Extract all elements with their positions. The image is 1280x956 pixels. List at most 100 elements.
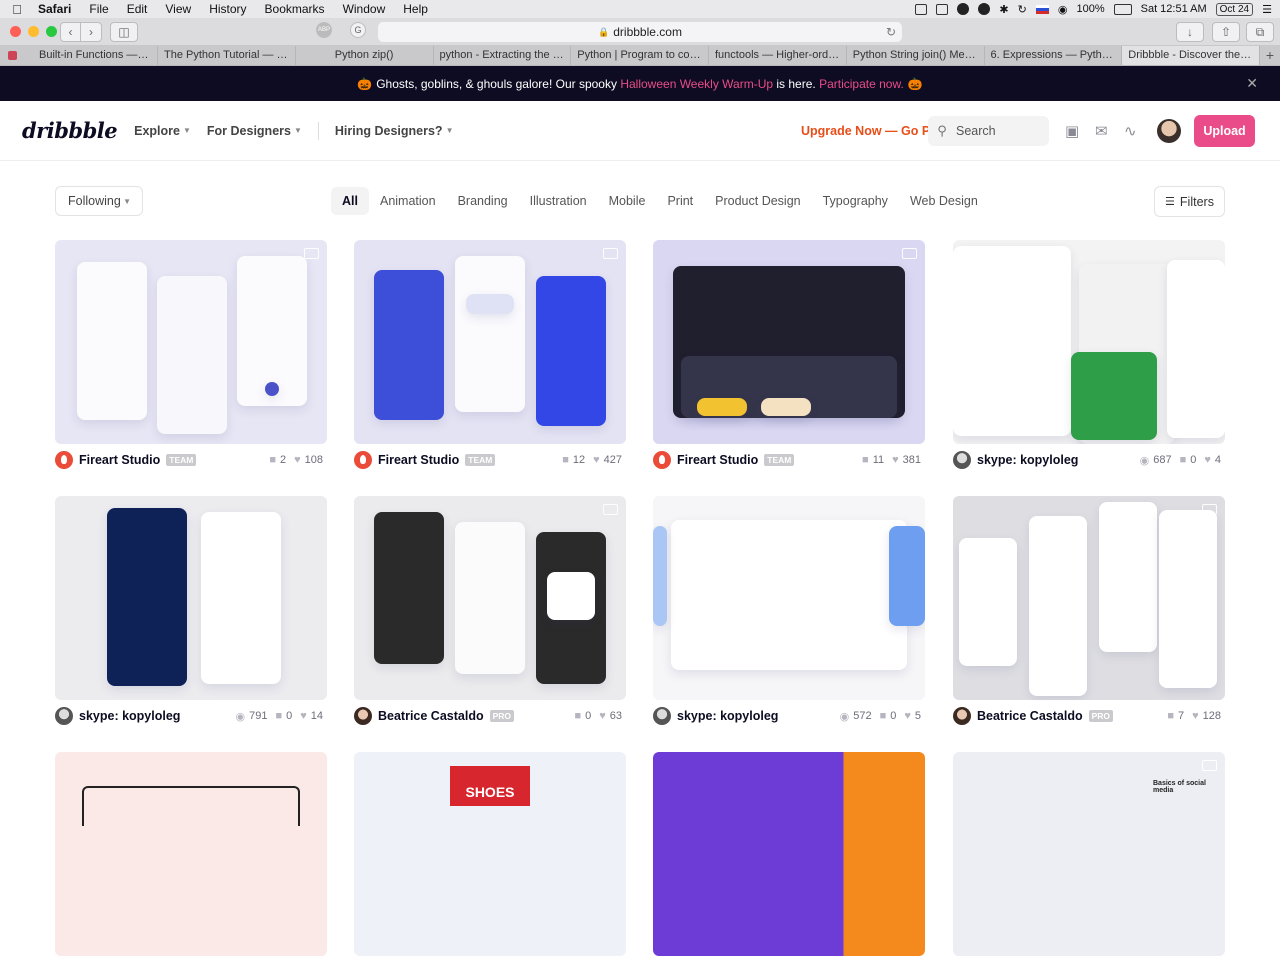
reload-icon[interactable]: ↻ <box>886 25 896 39</box>
menu-file[interactable]: File <box>80 2 117 16</box>
tab-extracting-value[interactable]: python - Extracting the a v... <box>434 46 572 65</box>
shot-card[interactable]: Fireart Studio TEAM ■ 11 ♥ 381 <box>653 240 925 475</box>
menu-view[interactable]: View <box>156 2 200 16</box>
author-avatar[interactable] <box>354 707 372 725</box>
shot-thumbnail[interactable] <box>55 752 327 956</box>
wifi-icon[interactable]: ◉ <box>1058 3 1068 16</box>
close-window-icon[interactable] <box>10 26 21 37</box>
input-language-flag-icon[interactable] <box>1035 4 1049 14</box>
filters-button[interactable]: ☰ Filters <box>1154 186 1225 217</box>
tab-python-tutorial[interactable]: The Python Tutorial — Pyth... <box>158 46 296 65</box>
shot-card[interactable]: Fireart Studio TEAM ■ 12 ♥ 427 <box>354 240 626 475</box>
tab-dribbble[interactable]: Dribbble - Discover the Wo... <box>1122 46 1260 65</box>
tab-functools[interactable]: functools — Higher-order f... <box>709 46 847 65</box>
address-bar[interactable]: 🔒 dribbble.com ↻ <box>378 22 902 42</box>
author-name[interactable]: skype: kopyloleg <box>79 709 180 723</box>
category-branding[interactable]: Branding <box>447 187 519 215</box>
shot-card[interactable]: skype: kopyloleg ◉ 572 ■ 0 ♥ 5 <box>653 496 925 731</box>
shot-thumbnail[interactable] <box>653 752 925 956</box>
shot-thumbnail[interactable] <box>354 240 626 444</box>
shot-card[interactable] <box>653 752 925 956</box>
author-avatar[interactable] <box>354 451 372 469</box>
shot-card[interactable]: Fireart Studio TEAM ■ 2 ♥ 108 <box>55 240 327 475</box>
shot-thumbnail[interactable] <box>953 496 1225 700</box>
shot-thumbnail[interactable]: SHOES <box>354 752 626 956</box>
forward-button[interactable]: › <box>81 21 102 42</box>
time-machine-icon[interactable]: ↻ <box>1018 3 1027 16</box>
menu-bookmarks[interactable]: Bookmarks <box>256 2 334 16</box>
photo-icon[interactable] <box>936 3 949 15</box>
menu-history[interactable]: History <box>200 2 255 16</box>
upload-button[interactable]: Upload <box>1194 115 1255 147</box>
date-badge[interactable]: Oct 24 <box>1215 2 1254 16</box>
author-avatar[interactable] <box>55 451 73 469</box>
search-input[interactable]: ⚲ Search <box>928 116 1049 146</box>
shot-thumbnail[interactable] <box>653 496 925 700</box>
upgrade-link[interactable]: Upgrade Now — Go Pro <box>801 124 943 138</box>
dribbble-logo[interactable]: dribbble <box>22 118 118 143</box>
nav-explore[interactable]: Explore ▼ <box>134 124 191 138</box>
messages-icon[interactable]: ✉ <box>1095 122 1108 140</box>
category-print[interactable]: Print <box>656 187 704 215</box>
category-animation[interactable]: Animation <box>369 187 447 215</box>
menu-help[interactable]: Help <box>394 2 437 16</box>
shot-card[interactable]: SHOES <box>354 752 626 956</box>
following-select[interactable]: Following ▼ <box>55 186 143 216</box>
shot-thumbnail[interactable]: Basics of social media <box>953 752 1225 956</box>
shot-thumbnail[interactable] <box>953 240 1225 444</box>
author-name[interactable]: Beatrice Castaldo <box>977 709 1083 723</box>
shot-card[interactable]: Beatrice Castaldo PRO ■ 7 ♥ 128 <box>953 496 1225 731</box>
notification-center-icon[interactable]: ☰ <box>1262 3 1272 16</box>
tab-python-zip[interactable]: Python zip() <box>296 46 434 65</box>
author-avatar[interactable] <box>55 707 73 725</box>
author-name[interactable]: Fireart Studio <box>79 453 160 467</box>
user-avatar[interactable] <box>1157 119 1181 143</box>
author-name[interactable]: Beatrice Castaldo <box>378 709 484 723</box>
music-icon[interactable] <box>978 3 991 15</box>
downloads-button[interactable]: ↓ <box>1176 22 1204 42</box>
shot-thumbnail[interactable] <box>55 496 327 700</box>
tab-builtin-functions[interactable]: Built-in Functions — Pytho... <box>0 46 158 65</box>
author-name[interactable]: skype: kopyloleg <box>977 453 1078 467</box>
warmup-link[interactable]: Halloween Weekly Warm-Up <box>620 77 773 91</box>
author-name[interactable]: skype: kopyloleg <box>677 709 778 723</box>
author-avatar[interactable] <box>953 707 971 725</box>
nav-hiring-designers[interactable]: Hiring Designers? ▼ <box>335 124 454 138</box>
author-name[interactable]: Fireart Studio <box>378 453 459 467</box>
shot-thumbnail[interactable] <box>354 496 626 700</box>
minimize-window-icon[interactable] <box>28 26 39 37</box>
category-illustration[interactable]: Illustration <box>519 187 598 215</box>
clock[interactable]: Sat 12:51 AM <box>1141 3 1207 15</box>
shop-bag-icon[interactable]: ▣ <box>1065 122 1079 140</box>
category-product-design[interactable]: Product Design <box>704 187 811 215</box>
battery-percent[interactable]: 100% <box>1076 3 1104 15</box>
shot-card[interactable]: skype: kopyloleg ◉ 791 ■ 0 ♥ 14 <box>55 496 327 731</box>
adblock-extension-icon[interactable]: ABP <box>316 22 332 38</box>
grammarly-extension-icon[interactable]: G <box>350 22 366 38</box>
category-typography[interactable]: Typography <box>812 187 899 215</box>
tab-program-convert[interactable]: Python | Program to conve... <box>571 46 709 65</box>
sidebar-toggle-button[interactable]: ◫ <box>110 21 138 42</box>
menu-window[interactable]: Window <box>334 2 395 16</box>
author-avatar[interactable] <box>653 451 671 469</box>
author-name[interactable]: Fireart Studio <box>677 453 758 467</box>
author-avatar[interactable] <box>953 451 971 469</box>
shot-thumbnail[interactable] <box>653 240 925 444</box>
app-status-icon[interactable] <box>957 3 970 15</box>
menu-app[interactable]: Safari <box>34 2 80 16</box>
tab-string-join[interactable]: Python String join() Method <box>847 46 985 65</box>
participate-link[interactable]: Participate now. <box>819 77 904 91</box>
category-all[interactable]: All <box>331 187 369 215</box>
shot-thumbnail[interactable] <box>55 240 327 444</box>
tab-overview-button[interactable]: ⧉ <box>1246 22 1274 42</box>
shot-card[interactable]: Beatrice Castaldo PRO ■ 0 ♥ 63 <box>354 496 626 731</box>
screen-icon[interactable] <box>915 3 928 15</box>
share-button[interactable]: ⇧ <box>1212 22 1240 42</box>
back-button[interactable]: ‹ <box>60 21 81 42</box>
bluetooth-icon[interactable]: ✱ <box>999 3 1008 16</box>
nav-for-designers[interactable]: For Designers ▼ <box>207 124 302 138</box>
banner-close-icon[interactable]: ✕ <box>1246 75 1258 92</box>
new-tab-button[interactable]: + <box>1260 46 1280 65</box>
shot-card[interactable] <box>55 752 327 956</box>
author-avatar[interactable] <box>653 707 671 725</box>
